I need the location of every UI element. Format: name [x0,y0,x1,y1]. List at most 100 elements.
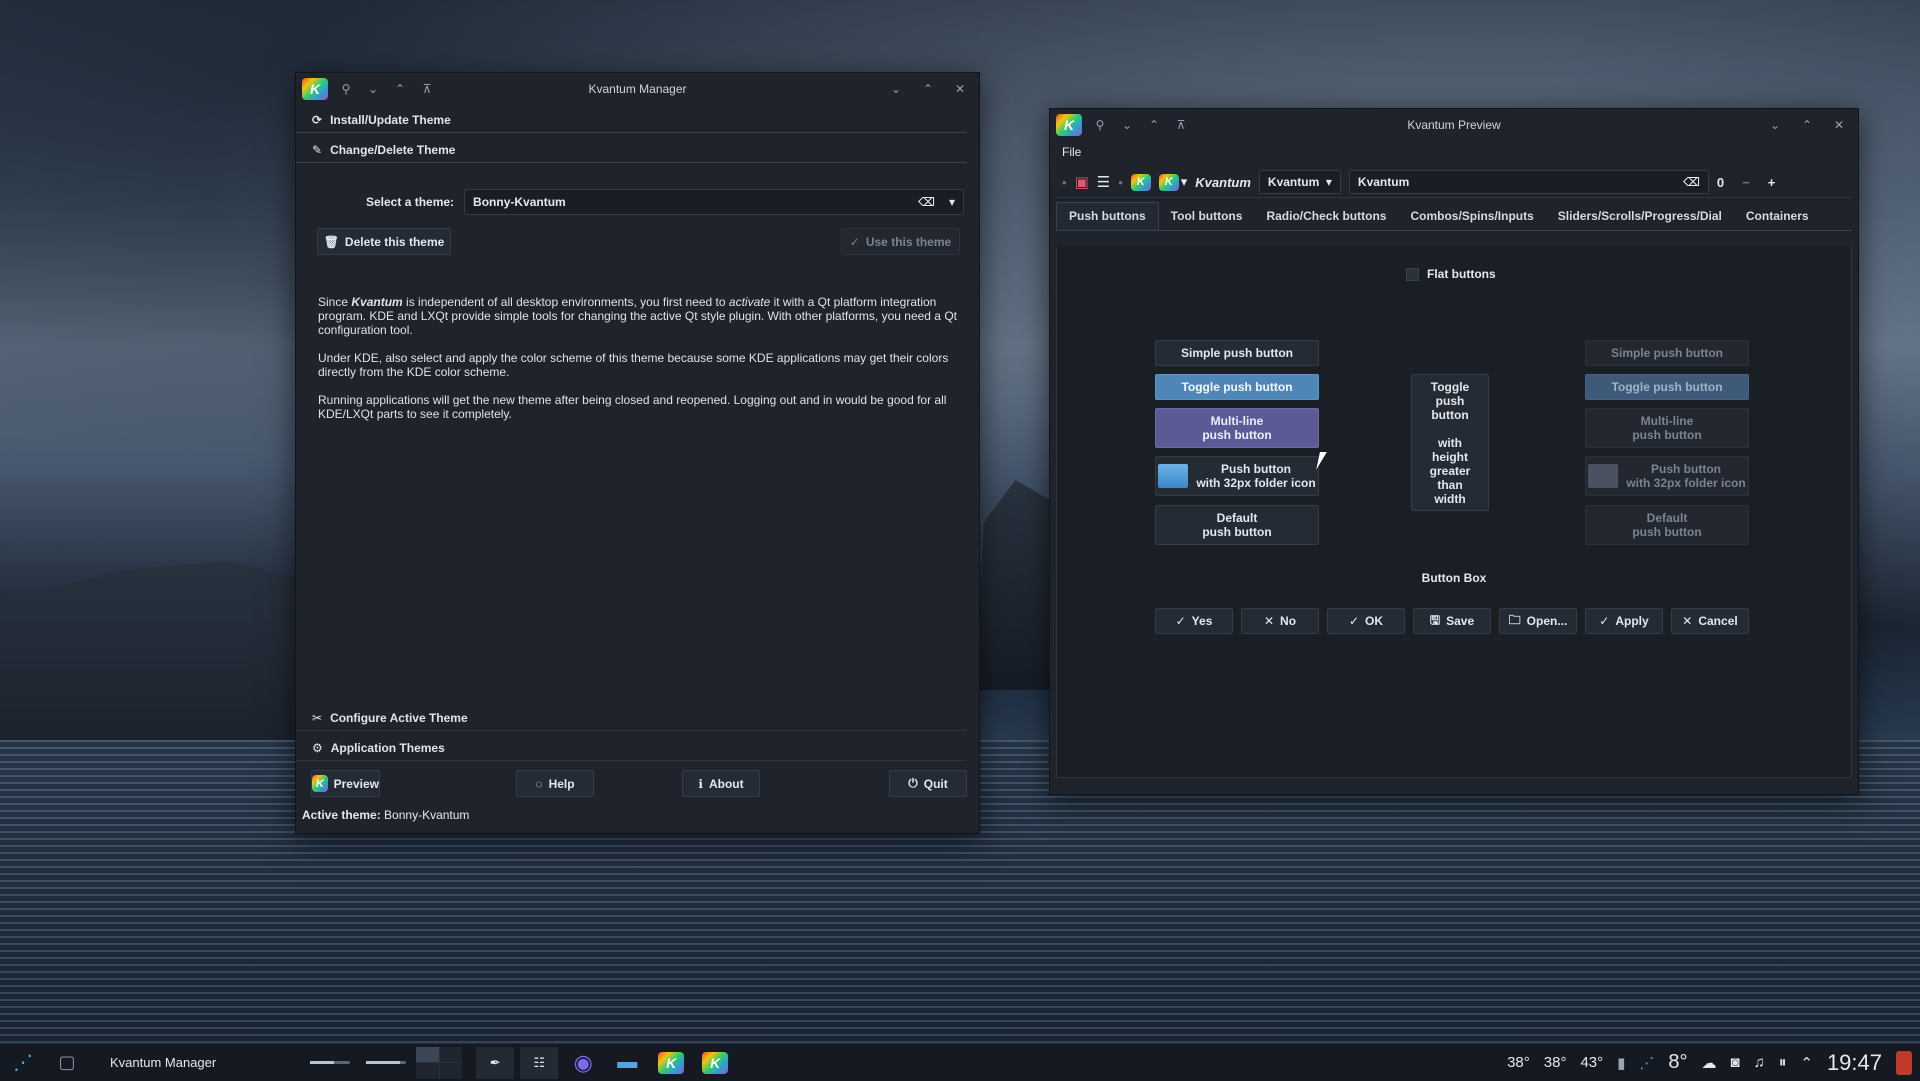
firefox-icon[interactable]: ◉ [564,1047,602,1079]
cancel-button[interactable]: ✕ Cancel [1671,608,1749,634]
kvantum-menu-tool[interactable]: K ▾ [1158,173,1187,191]
kvantum-tool-icon[interactable]: K [1130,173,1151,191]
task-kvantum-manager[interactable]: Kvantum Manager [92,1044,228,1081]
simple-push-button-disabled[interactable]: Simple push button [1585,340,1749,366]
tab-sliders-scrolls[interactable]: Sliders/Scrolls/Progress/Dial [1546,203,1734,230]
audio-icon[interactable]: ♫ [1754,1054,1765,1071]
section-change-delete[interactable]: ✎ Change/Delete Theme [296,135,979,165]
theme-combobox[interactable]: Bonny-Kvantum ⌫ ▾ [464,189,965,215]
plus-icon[interactable]: + [1768,175,1776,190]
pen-app-icon[interactable]: ✒ [476,1046,515,1079]
kvantum-taskbar-icon[interactable]: K [652,1047,690,1079]
tab-combos-spins-inputs[interactable]: Combos/Spins/Inputs [1398,203,1545,230]
desktop-pager-icon[interactable]: ▢ [48,1047,86,1079]
kde-connect-icon[interactable]: ⋰ [1639,1054,1654,1072]
kvantum-app-icon[interactable]: K [302,78,328,100]
toolbar-spinbox[interactable]: 0 − + [1717,175,1775,190]
toolbar-handle-icon[interactable]: • [1062,175,1067,190]
kvantum-preview-taskbar-icon[interactable]: K [696,1047,734,1079]
app-launcher-icon[interactable]: ⋰ [4,1047,42,1079]
use-theme-button[interactable]: ✓ Use this theme [841,228,960,255]
workspace-pager[interactable] [416,1046,463,1079]
cpu-temp-2[interactable]: 38° [1544,1054,1567,1071]
list-menu-icon[interactable]: ☰ [1097,173,1110,191]
toggle-push-button-disabled[interactable]: Toggle push button [1585,374,1749,400]
chevron-up-icon[interactable]: ⌃ [1800,1054,1813,1072]
cpu-temp-1[interactable]: 38° [1507,1054,1530,1071]
section-install-update[interactable]: ⟳ Install/Update Theme [296,105,979,135]
multi-line-push-button[interactable]: Multi-line push button [1155,408,1319,448]
keep-below-icon[interactable]: ⌄ [1118,116,1136,134]
button-box: ✓ Yes ✕ No ✓ OK 🖫 Save 🗀 Open... ✓ Apply ✕ Canc… [1155,608,1749,634]
minimize-icon[interactable]: ⌄ [887,80,905,98]
minus-icon[interactable]: − [1742,175,1750,190]
preview-titlebar[interactable]: K ⚲ ⌄ ⌃ ⊼ Kvantum Preview ⌄ ⌃ ✕ [1050,109,1858,141]
volume-slider[interactable] [310,1061,351,1064]
yes-button[interactable]: ✓ Yes [1155,608,1233,634]
info-text-activate: activate [728,295,771,309]
keep-below-icon[interactable]: ⌄ [364,80,382,98]
file-manager-icon[interactable]: ▬ [608,1047,646,1079]
section-label: Install/Update Theme [330,113,451,127]
notification-icon[interactable] [1896,1050,1912,1075]
kvantum-app-icon[interactable]: K [1056,114,1082,136]
apply-button[interactable]: ✓ Apply [1585,608,1663,634]
close-icon[interactable]: ✕ [951,80,969,98]
red-square-icon[interactable]: ▣ [1075,173,1089,191]
clear-icon[interactable]: ⌫ [918,195,935,209]
tab-tool-buttons[interactable]: Tool buttons [1159,203,1255,230]
maximize-icon[interactable]: ⌃ [919,80,937,98]
cloud-icon[interactable]: ☁ [1702,1054,1717,1072]
pin-icon[interactable]: ⚲ [337,80,355,98]
status-value: Bonny-Kvantum [384,808,470,822]
manager-titlebar[interactable]: K ⚲ ⌄ ⌃ ⊼ Kvantum Manager ⌄ ⌃ ✕ [296,73,979,105]
tab-radio-check-buttons[interactable]: Radio/Check buttons [1254,203,1398,230]
gpu-temp[interactable]: 43° [1580,1054,1603,1071]
toolbar-line-edit[interactable]: Kvantum ⌫ [1348,170,1709,194]
section-configure-active-theme[interactable]: ✂ Configure Active Theme [296,703,979,733]
toolbar-combobox[interactable]: Kvantum ▾ [1258,170,1341,194]
delete-theme-button[interactable]: 🗑 Delete this theme [317,228,451,255]
default-push-button-disabled[interactable]: Default push button [1585,505,1749,545]
ok-button[interactable]: ✓ OK [1327,608,1405,634]
no-button[interactable]: ✕ No [1241,608,1319,634]
folder-push-button-disabled[interactable]: Push button with 32px folder icon [1585,456,1749,496]
multi-line-push-button-disabled[interactable]: Multi-line push button [1585,408,1749,448]
button-line: with 32px folder icon [1196,476,1316,490]
about-button[interactable]: ℹ About [682,770,760,797]
close-icon[interactable]: ✕ [1830,116,1848,134]
button-line: Push button [1651,462,1721,476]
shade-icon[interactable]: ⊼ [418,80,436,98]
keep-above-icon[interactable]: ⌃ [1145,116,1163,134]
tab-push-buttons[interactable]: Push buttons [1056,202,1159,230]
clock[interactable]: 19:47 [1827,1050,1882,1076]
minimize-icon[interactable]: ⌄ [1766,116,1784,134]
save-button[interactable]: 🖫 Save [1413,608,1491,634]
tab-containers[interactable]: Containers [1734,203,1821,230]
maximize-icon[interactable]: ⌃ [1798,116,1816,134]
brightness-slider[interactable] [366,1061,407,1064]
weather-temp[interactable]: 8° [1668,1051,1687,1074]
tall-toggle-push-button[interactable]: Toggle push button with height greater t… [1411,374,1489,511]
default-push-button[interactable]: Default push button [1155,505,1319,545]
check-icon: ✓ [1175,614,1186,628]
settings-app-icon[interactable]: ☷ [520,1046,559,1079]
simple-push-button[interactable]: Simple push button [1155,340,1319,366]
flat-buttons-checkbox[interactable]: Flat buttons [1406,267,1496,281]
pause-icon[interactable]: ⏸ [1779,1054,1787,1071]
clear-icon[interactable]: ⌫ [1683,175,1700,189]
preview-button[interactable]: K Preview [311,770,380,797]
media-icon[interactable]: ◙ [1731,1054,1740,1071]
chevron-down-icon[interactable]: ▾ [949,195,955,209]
folder-push-button[interactable]: Push button with 32px folder icon [1155,456,1319,496]
help-button[interactable]: ◌ Help [516,770,594,797]
keep-above-icon[interactable]: ⌃ [391,80,409,98]
menu-file[interactable]: File [1062,145,1081,159]
battery-icon[interactable]: ▮ [1617,1054,1625,1072]
shade-icon[interactable]: ⊼ [1172,116,1190,134]
quit-button[interactable]: ⏻ Quit [889,770,967,797]
open-button[interactable]: 🗀 Open... [1499,608,1577,634]
section-application-themes[interactable]: ⚙ Application Themes [296,733,979,763]
pin-icon[interactable]: ⚲ [1091,116,1109,134]
toggle-push-button[interactable]: Toggle push button [1155,374,1319,400]
